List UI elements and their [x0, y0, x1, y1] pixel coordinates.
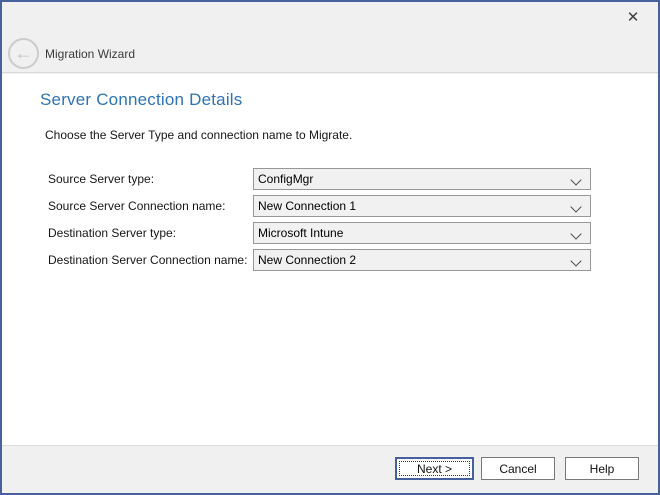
form-row-source-server-type: Source Server type: ConfigMgr [2, 168, 658, 190]
source-connection-name-label: Source Server Connection name: [48, 199, 225, 213]
source-connection-name-select[interactable]: New Connection 1 [253, 195, 591, 217]
chevron-down-icon [570, 228, 581, 239]
close-button[interactable]: ✕ [620, 6, 646, 30]
destination-server-type-select[interactable]: Microsoft Intune [253, 222, 591, 244]
source-server-type-select[interactable]: ConfigMgr [253, 168, 591, 190]
source-server-type-value: ConfigMgr [258, 172, 313, 186]
chevron-down-icon [570, 201, 581, 212]
footer-button-bar: Next > Cancel Help [2, 445, 658, 493]
destination-connection-name-label: Destination Server Connection name: [48, 253, 247, 267]
content-area: Server Connection Details Choose the Ser… [2, 74, 658, 445]
chevron-down-icon [570, 174, 581, 185]
destination-connection-name-select[interactable]: New Connection 2 [253, 249, 591, 271]
wizard-title: Migration Wizard [45, 47, 135, 61]
help-button[interactable]: Help [565, 457, 639, 480]
back-button[interactable]: ← [8, 38, 39, 69]
form-row-destination-server-type: Destination Server type: Microsoft Intun… [2, 222, 658, 244]
migration-wizard-window: ✕ ← Migration Wizard Server Connection D… [0, 0, 660, 495]
chevron-down-icon [570, 255, 581, 266]
destination-server-type-label: Destination Server type: [48, 226, 176, 240]
back-arrow-icon: ← [15, 44, 33, 62]
source-server-type-label: Source Server type: [48, 172, 154, 186]
form-row-source-connection-name: Source Server Connection name: New Conne… [2, 195, 658, 217]
next-button[interactable]: Next > [395, 457, 474, 480]
page-subtitle: Choose the Server Type and connection na… [45, 128, 352, 142]
wizard-header: ✕ ← Migration Wizard [2, 2, 658, 73]
page-title: Server Connection Details [40, 90, 242, 110]
source-connection-name-value: New Connection 1 [258, 199, 356, 213]
cancel-button[interactable]: Cancel [481, 457, 555, 480]
destination-server-type-value: Microsoft Intune [258, 226, 343, 240]
close-icon: ✕ [627, 9, 640, 26]
destination-connection-name-value: New Connection 2 [258, 253, 356, 267]
form-row-destination-connection-name: Destination Server Connection name: New … [2, 249, 658, 271]
